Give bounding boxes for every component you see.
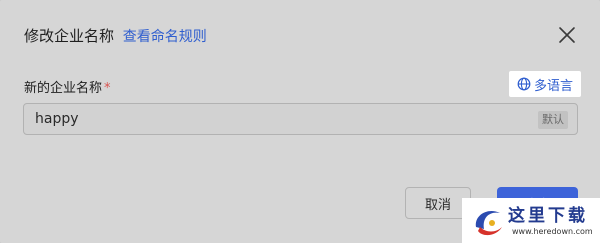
watermark-url: www.heredown.com — [512, 227, 593, 236]
enterprise-name-input[interactable]: happy 默认 — [23, 103, 578, 135]
field-label-text: 新的企业名称 — [24, 81, 103, 96]
watermark-logo-icon — [475, 210, 502, 236]
default-badge: 默认 — [538, 111, 568, 129]
multi-language-label: 多语言 — [533, 78, 573, 94]
multi-language-button[interactable]: 多语言 — [509, 71, 581, 97]
close-icon[interactable] — [556, 24, 578, 46]
site-watermark: 这里下载 www.heredown.com — [462, 198, 600, 243]
globe-icon — [517, 77, 531, 91]
required-mark: * — [104, 81, 111, 96]
watermark-text: 这里下载 — [508, 206, 588, 226]
field-label: 新的企业名称 * — [24, 77, 111, 96]
naming-rules-link[interactable]: 查看命名规则 — [123, 29, 207, 45]
dialog-header: 修改企业名称 查看命名规则 — [24, 25, 207, 46]
enterprise-name-value[interactable]: happy — [35, 111, 79, 127]
dialog-title: 修改企业名称 — [24, 27, 115, 45]
